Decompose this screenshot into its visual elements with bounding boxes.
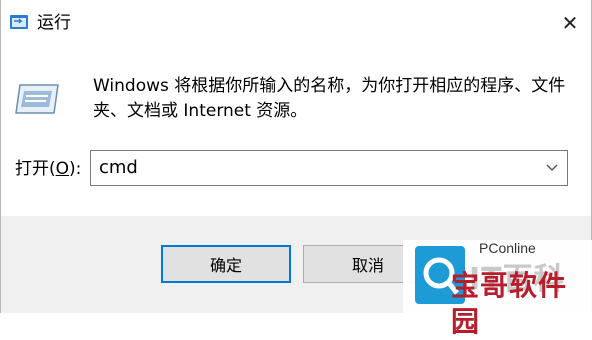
open-label-suffix: ): [69,159,82,179]
window-title: 运行 [37,13,71,33]
open-combobox[interactable]: cmd [90,150,568,186]
title-bar: 运行 ✕ [1,0,591,46]
close-button[interactable]: ✕ [553,6,587,40]
dialog-content: Windows 将根据你所输入的名称，为你打开相应的程序、文件夹、文档或 Int… [1,46,591,216]
command-input[interactable]: cmd [99,156,138,180]
run-icon [15,84,59,114]
run-app-icon [10,15,28,29]
watermark: PConline IT百科 宝哥软件园 [403,240,592,338]
open-label-accelerator: O [55,159,70,179]
dialog-description: Windows 将根据你所输入的名称，为你打开相应的程序、文件夹、文档或 Int… [93,76,566,121]
open-label: 打开(O): [15,157,81,181]
close-icon: ✕ [561,11,579,35]
run-dialog: 运行 ✕ Windows 将根据你所输入的名称，为你打开相应的程序、文件夹、文档… [0,0,592,338]
dropdown-button[interactable] [541,155,563,181]
open-label-prefix: 打开( [15,159,56,179]
chevron-down-icon [546,164,558,171]
watermark-stamp: 宝哥软件园 [451,269,568,338]
watermark-brand: PConline [479,240,536,256]
ok-button[interactable]: 确定 [161,245,291,283]
